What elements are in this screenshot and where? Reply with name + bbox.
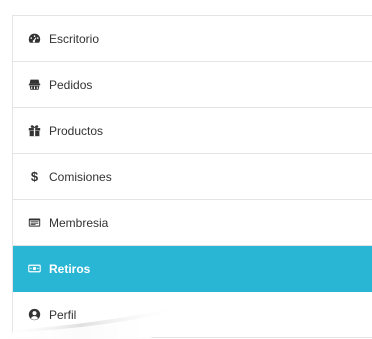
user-circle-icon <box>28 308 41 321</box>
menu-item-label: Retiros <box>49 261 91 276</box>
menu-item-escritorio[interactable]: Escritorio <box>13 16 372 62</box>
money-bill-icon <box>28 262 41 275</box>
dashboard-icon <box>28 32 41 45</box>
gift-icon <box>28 124 41 137</box>
menu-item-label: Comisiones <box>49 169 112 184</box>
menu-item-pedidos[interactable]: Pedidos <box>13 62 372 108</box>
page: Escritorio Pedidos Productos $ Comisione… <box>0 0 372 339</box>
card-icon <box>28 216 41 229</box>
menu-item-label: Pedidos <box>49 77 93 92</box>
menu-item-productos[interactable]: Productos <box>13 108 372 154</box>
menu-item-label: Productos <box>49 123 104 138</box>
dollar-icon: $ <box>30 169 39 184</box>
menu-item-label: Escritorio <box>49 31 100 46</box>
menu-item-perfil[interactable]: Perfil <box>13 292 372 338</box>
menu-item-retiros[interactable]: Retiros <box>13 246 372 292</box>
account-navigation-menu: Escritorio Pedidos Productos $ Comisione… <box>12 15 372 338</box>
shopping-basket-icon <box>28 78 41 91</box>
menu-item-comisiones[interactable]: $ Comisiones <box>13 154 372 200</box>
menu-item-membresia[interactable]: Membresia <box>13 200 372 246</box>
menu-item-label: Membresia <box>49 215 109 230</box>
menu-item-label: Perfil <box>49 307 77 322</box>
